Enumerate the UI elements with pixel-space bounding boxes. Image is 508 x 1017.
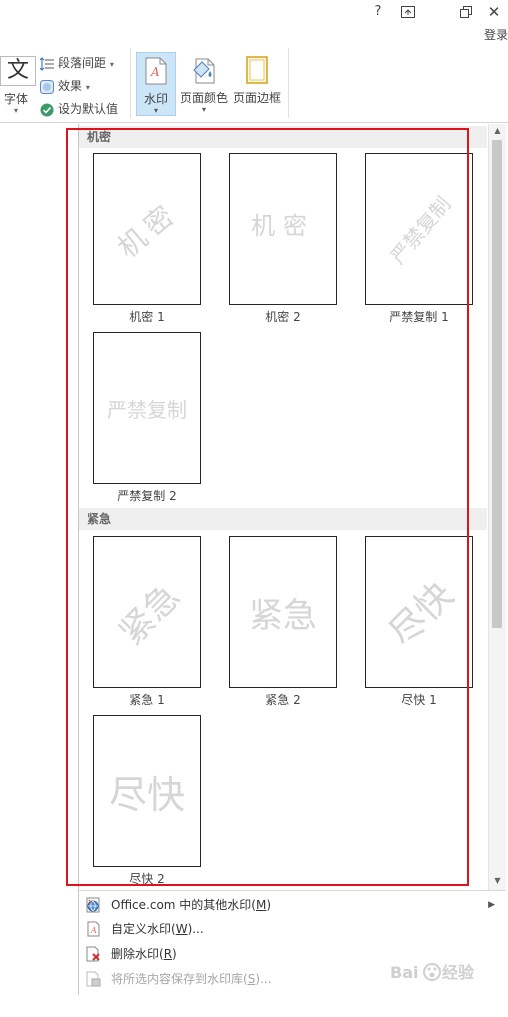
menu-label-tail: )... [255, 972, 272, 986]
effects-icon [40, 79, 54, 94]
page-color-label: 页面颜色 [179, 91, 228, 105]
font-glyph-icon[interactable]: 文 [0, 56, 36, 86]
page-border-label: 页面边框 [232, 91, 281, 105]
font-dropdown-icon[interactable]: ▾ [14, 106, 18, 115]
chevron-down-icon: ▾ [201, 105, 206, 114]
ribbon-divider [130, 48, 131, 118]
ribbon-divider [288, 48, 289, 118]
scroll-down-icon[interactable]: ▼ [489, 874, 506, 888]
menu-label: 自定义水印( [111, 922, 176, 936]
remove-watermark-icon [85, 946, 101, 962]
set-default-label: 设为默认值 [58, 102, 119, 116]
page-color-button[interactable]: 页面颜色 ▾ [178, 52, 230, 116]
gallery-scrollbar[interactable]: ▲ ▼ [488, 124, 506, 890]
watermark-button[interactable]: A 水印 ▾ [136, 52, 176, 116]
menu-item-office-more[interactable]: Office.com 中的其他水印(M) ▶ [83, 894, 501, 916]
effects-label: 效果 [58, 79, 83, 93]
page-border-button[interactable]: 页面边框 [232, 52, 282, 116]
check-circle-icon [40, 103, 54, 117]
menu-label-tail: )... [187, 922, 204, 936]
chevron-down-icon: ▾ [85, 83, 90, 92]
chevron-down-icon: ▾ [153, 106, 158, 115]
svg-text:Bai: Bai [390, 963, 418, 982]
page-color-icon [178, 56, 230, 87]
menu-label: 将所选内容保存到水印库( [111, 972, 248, 986]
submenu-arrow-icon: ▶ [488, 900, 495, 910]
watermark-label: 水印 [143, 92, 168, 106]
scrollbar-thumb[interactable] [492, 140, 502, 628]
menu-accesskey: R [163, 947, 173, 961]
save-to-gallery-icon [85, 971, 101, 987]
paragraph-spacing-label: 段落间距 [58, 56, 107, 70]
scroll-up-icon[interactable]: ▲ [489, 124, 506, 138]
page-border-icon [232, 56, 282, 87]
effects-button[interactable]: 效果 ▾ [40, 76, 90, 96]
custom-watermark-icon: A [85, 921, 101, 937]
ribbon-display-icon[interactable] [396, 2, 420, 22]
menu-label-tail: ) [172, 947, 177, 961]
svg-text:经验: 经验 [442, 963, 475, 982]
menu-label: 删除水印( [111, 947, 164, 961]
close-icon[interactable]: ✕ [482, 2, 506, 22]
menu-accesskey: M [255, 898, 267, 912]
site-watermark-logo: Bai 经验 [390, 959, 500, 989]
menu-item-custom-watermark[interactable]: A 自定义水印(W)... [83, 918, 501, 940]
menu-label: Office.com 中的其他水印( [111, 898, 256, 912]
watermark-icon: A [137, 57, 175, 88]
highlight-frame [66, 128, 469, 886]
globe-icon [85, 897, 101, 913]
svg-text:A: A [90, 926, 97, 935]
menu-accesskey: W [175, 922, 188, 936]
set-default-button[interactable]: 设为默认值 [40, 99, 118, 119]
restore-icon[interactable] [454, 2, 478, 22]
menu-label-tail: ) [266, 898, 272, 912]
login-link[interactable]: 登录 [484, 26, 508, 43]
ribbon: 文 字体 ▾ 段落间距 ▾ 效果 ▾ 设为默认值 A 水印 ▾ 页面颜色 ▾ 页… [0, 48, 508, 123]
svg-text:A: A [150, 65, 160, 79]
chevron-down-icon: ▾ [109, 60, 114, 69]
paragraph-spacing-button[interactable]: 段落间距 ▾ [39, 53, 114, 73]
help-icon[interactable]: ? [366, 2, 390, 22]
paragraph-spacing-icon [39, 56, 54, 71]
font-button-label[interactable]: 字体 [4, 90, 28, 107]
